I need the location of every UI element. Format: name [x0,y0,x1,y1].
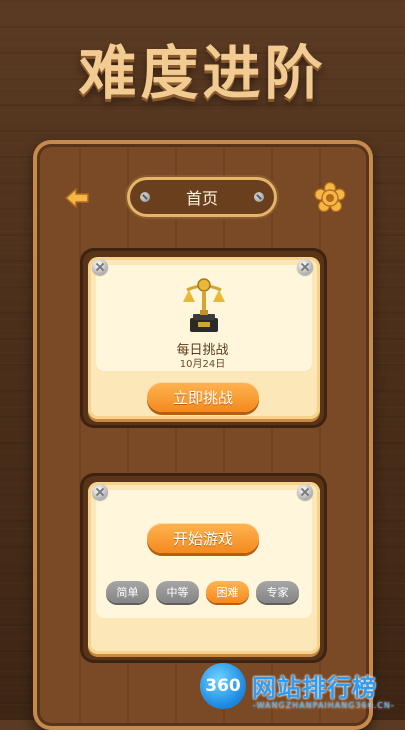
page-title: 首页 [185,189,218,208]
screw-icon [254,192,264,202]
start-game-button[interactable]: 开始游戏 [147,523,259,553]
back-button[interactable] [62,183,92,213]
difficulty-expert-button[interactable]: 专家 [256,581,299,603]
headline: 难度进阶 [78,39,327,107]
difficulty-medium-button[interactable]: 中等 [156,581,199,603]
daily-challenge-date: 10月24日 [179,359,226,370]
screw-icon [140,192,150,202]
difficulty-hard-button[interactable]: 困难 [206,581,249,603]
settings-button[interactable] [314,181,346,214]
pin-icon [297,484,313,500]
difficulty-easy-button[interactable]: 简单 [106,581,149,603]
watermark-logo: 360 [200,663,246,709]
back-arrow-icon [65,188,89,208]
watermark-subtext: -WANGZHANPAIHANG360.CN- [253,701,395,710]
challenge-now-button[interactable]: 立即挑战 [147,382,259,412]
watermark-text: 网站排行榜 [252,674,377,702]
pin-icon [92,259,108,275]
game-screen: { "headline": "难度进阶", "header": { "title… [0,0,405,730]
gear-flower-icon [314,181,346,213]
trophy-icon [183,278,225,332]
pin-icon [297,259,313,275]
pin-icon [92,484,108,500]
page-title-plaque: 首页 [130,180,274,214]
